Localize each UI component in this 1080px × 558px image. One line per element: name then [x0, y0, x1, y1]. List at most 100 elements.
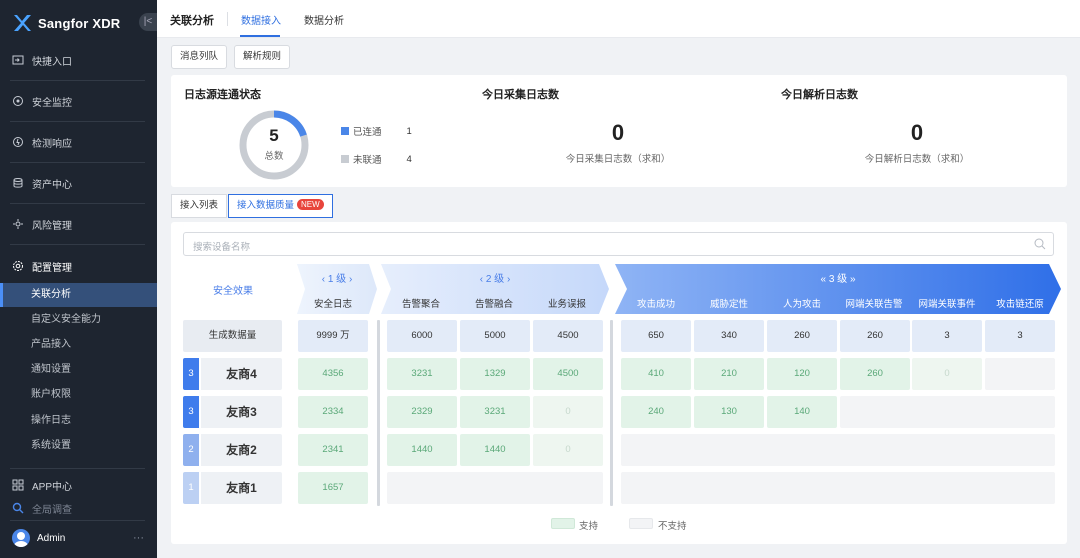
legend-unsupported-label: 不支持: [658, 521, 687, 532]
rank-badge: 3: [183, 396, 199, 428]
collected-title: 今日采集日志数: [482, 89, 559, 101]
connectivity-total-label: 总数: [264, 151, 284, 162]
supported-cell: 0: [912, 358, 982, 390]
col-attack-chain: 攻击链还原: [996, 299, 1044, 310]
col-security-log: 安全日志: [313, 299, 352, 310]
nav-label: 风险管理: [32, 220, 72, 232]
tab-data-quality[interactable]: 接入数据质量 NEW: [228, 194, 333, 218]
unsupported-cell: [985, 358, 1055, 390]
unsupported-cell: [387, 472, 603, 504]
supported-cell: 3231: [387, 358, 457, 390]
rank-badge: 3: [183, 358, 199, 390]
sub-item-custom-capability[interactable]: 自定义安全能力: [0, 308, 157, 332]
search-placeholder: 搜索设备名称: [193, 242, 251, 253]
supported-cell: 260: [840, 358, 910, 390]
vendor-name: 友商1: [201, 472, 282, 504]
nav-item-assets[interactable]: 资产中心: [0, 163, 157, 203]
sub-item-notification[interactable]: 通知设置: [0, 358, 157, 382]
tab-label: 接入数据质量: [237, 200, 295, 211]
col-human-attack: 人为攻击: [782, 299, 821, 310]
connectivity-title: 日志源连通状态: [184, 89, 261, 101]
supported-cell: 240: [621, 396, 691, 428]
parse-rules-button[interactable]: 解析规则: [234, 45, 291, 69]
parsed-note: 今日解析日志数（求和）: [864, 154, 970, 165]
more-icon[interactable]: ···: [133, 532, 144, 544]
supported-cell: 1440: [460, 434, 530, 466]
nav-item-monitor[interactable]: 安全监控: [0, 81, 157, 121]
col-threat-qualification: 威胁定性: [709, 299, 748, 310]
total-cell: 340: [694, 320, 764, 352]
sub-item-correlation[interactable]: 关联分析: [0, 283, 157, 307]
shortcut-icon: [12, 55, 24, 65]
message-queue-button[interactable]: 消息列队: [171, 45, 228, 69]
nav-label: 安全监控: [32, 97, 72, 109]
col-net-endpoint-event: 网端关联事件: [918, 299, 976, 310]
supported-cell: 1329: [460, 358, 530, 390]
sidebar: Sangfor XDR |< 快捷入口 安全监控 检测响应 资产中心 风险管理 …: [0, 0, 157, 558]
total-cell: 260: [840, 320, 910, 352]
monitor-icon: [13, 96, 23, 106]
tab-access-list[interactable]: 接入列表: [171, 194, 228, 218]
sub-item-system-settings[interactable]: 系统设置: [0, 434, 157, 458]
nav-label: APP中心: [32, 481, 73, 493]
search-icon[interactable]: [1034, 238, 1046, 250]
legend-swatch: [341, 155, 349, 163]
search-icon: [12, 502, 24, 514]
disconnected-count: 4: [406, 153, 412, 165]
vendor-name: 友商2: [201, 434, 282, 466]
legend-supported-label: 支持: [579, 521, 599, 532]
supported-cell: 4356: [298, 358, 368, 390]
nav-item-global-search[interactable]: 全局调查: [0, 497, 157, 519]
sangfor-logo-icon: [14, 15, 31, 31]
divider: [227, 12, 228, 26]
nav-item-risk[interactable]: 风险管理: [0, 204, 157, 244]
connectivity-total: 5: [269, 126, 279, 145]
sub-item-product-access[interactable]: 产品接入: [0, 333, 157, 357]
supported-cell: 210: [694, 358, 764, 390]
rank-badge: 1: [183, 472, 199, 504]
brand-name: Sangfor XDR: [38, 15, 121, 31]
level-separator: [610, 320, 613, 506]
nav-label: 全局调查: [32, 504, 72, 516]
nav-label: 配置管理: [32, 262, 72, 274]
divider: [10, 244, 145, 245]
level-1-title: ‹ 1 级 ›: [321, 274, 353, 285]
total-cell: 9999 万: [298, 320, 368, 352]
parsed-value: 0: [910, 120, 924, 145]
collapse-sidebar-button[interactable]: |<: [139, 13, 157, 31]
supported-cell: 410: [621, 358, 691, 390]
risk-icon: [13, 219, 23, 229]
active-tab-indicator: [240, 35, 280, 37]
nav-label: 快捷入口: [32, 56, 72, 68]
tab-data-analysis[interactable]: 数据分析: [304, 12, 344, 27]
vendor-name: 友商3: [201, 396, 282, 428]
col-false-positive: 业务误报: [547, 299, 586, 310]
nav-item-config[interactable]: 配置管理: [0, 246, 157, 286]
tab-data-access[interactable]: 数据接入: [241, 12, 281, 27]
total-cell: 6000: [387, 320, 457, 352]
total-row-label: 生成数据量: [183, 320, 282, 352]
total-cell: 3: [985, 320, 1055, 352]
security-effect-label: 安全效果: [213, 286, 253, 297]
brand[interactable]: Sangfor XDR: [12, 12, 120, 34]
sub-item-permissions[interactable]: 账户权限: [0, 383, 157, 407]
avatar-icon: [12, 529, 30, 547]
supported-cell: 130: [694, 396, 764, 428]
sub-item-operation-log[interactable]: 操作日志: [0, 409, 157, 433]
divider: [10, 468, 145, 469]
unsupported-cell: [621, 472, 1055, 504]
collected-note: 今日采集日志数（求和）: [565, 154, 671, 165]
supported-cell: 0: [533, 434, 603, 466]
user-menu[interactable]: Admin: [12, 529, 65, 547]
supported-cell: 140: [767, 396, 837, 428]
nav-item-shortcut[interactable]: 快捷入口: [0, 40, 157, 80]
nav-item-app-center[interactable]: APP中心: [0, 474, 157, 496]
supported-cell: 1657: [298, 472, 368, 504]
nav-item-response[interactable]: 检测响应: [0, 122, 157, 162]
supported-cell: 120: [767, 358, 837, 390]
search-input[interactable]: 搜索设备名称: [183, 232, 1054, 256]
supported-cell: 2329: [387, 396, 457, 428]
unsupported-cell: [840, 396, 1055, 428]
supported-cell: 3231: [460, 396, 530, 428]
level-3-title: « 3 级 »: [820, 274, 856, 285]
